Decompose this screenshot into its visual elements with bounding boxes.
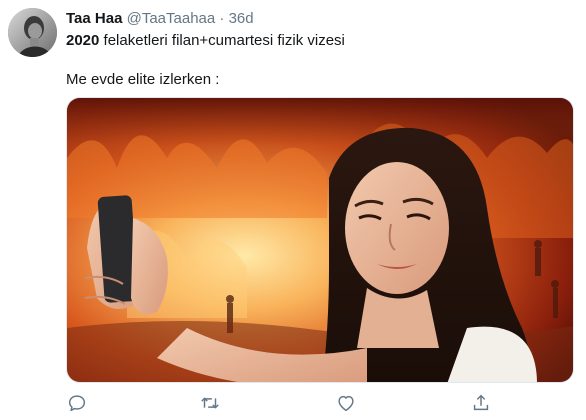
like-icon bbox=[338, 395, 354, 412]
share-button[interactable] bbox=[470, 392, 492, 414]
avatar-image bbox=[8, 8, 57, 57]
retweet-icon bbox=[201, 397, 219, 409]
retweet-button[interactable] bbox=[199, 392, 221, 414]
timestamp[interactable]: 36d bbox=[229, 10, 254, 27]
meme-image bbox=[67, 98, 573, 382]
tweet-text-rest: felaketleri filan+cumartesi fizik vizesi bbox=[99, 32, 345, 49]
avatar[interactable] bbox=[8, 8, 57, 57]
display-name[interactable]: Taa Haa bbox=[66, 10, 122, 27]
tweet-year: 2020 bbox=[66, 32, 100, 49]
like-button[interactable] bbox=[335, 392, 357, 414]
tweet-media-image[interactable] bbox=[66, 97, 574, 383]
separator-dot: · bbox=[219, 10, 225, 27]
tweet-text-line-2: Me evde elite izlerken : bbox=[66, 71, 220, 88]
share-icon bbox=[473, 394, 489, 411]
reply-button[interactable] bbox=[66, 392, 88, 414]
reply-icon bbox=[68, 395, 86, 412]
tweet-header: Taa Haa @TaaTaahaa · 36d bbox=[66, 10, 254, 28]
tweet-text-line-1: 2020 felaketleri filan+cumartesi fizik v… bbox=[66, 31, 345, 50]
user-handle[interactable]: @TaaTaahaa bbox=[127, 10, 216, 27]
tweet-actions bbox=[0, 392, 586, 416]
tweet[interactable]: Taa Haa @TaaTaahaa · 36d 2020 felaketler… bbox=[0, 0, 586, 420]
